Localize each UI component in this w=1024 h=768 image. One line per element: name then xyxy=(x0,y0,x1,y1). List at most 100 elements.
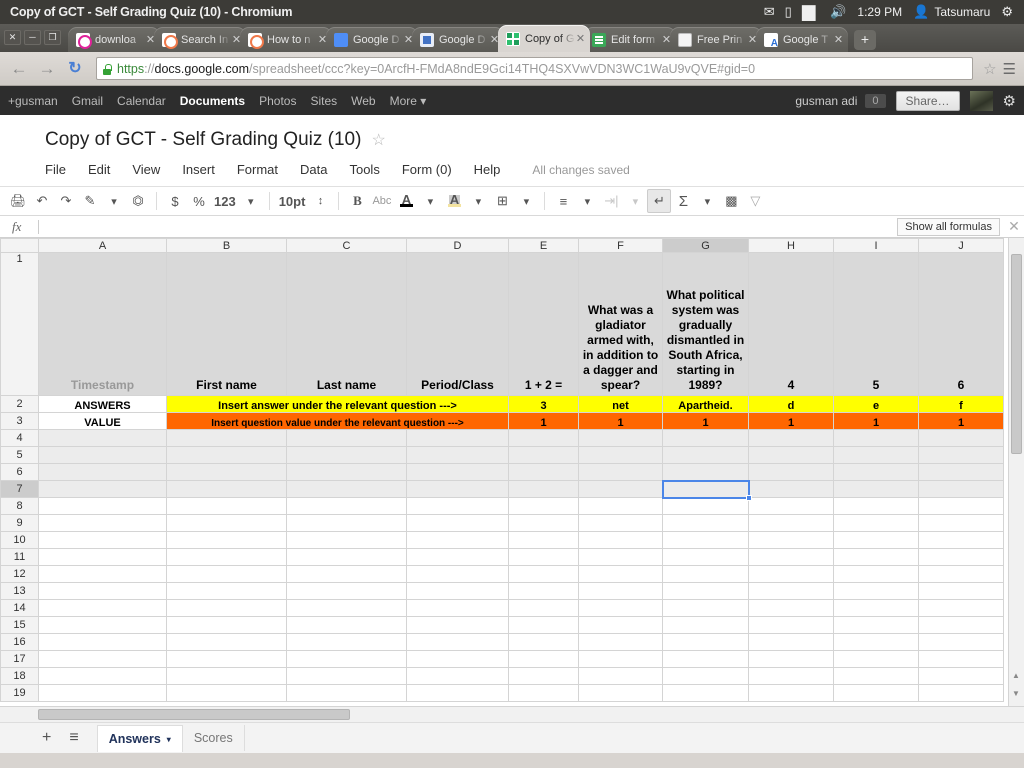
column-header-I[interactable]: I xyxy=(834,239,919,253)
maximize-window-button[interactable]: ❐ xyxy=(44,30,61,45)
cell-F1[interactable]: What was a gladiator armed with, in addi… xyxy=(579,253,663,396)
scroll-down-icon[interactable]: ▼ xyxy=(1012,689,1020,698)
forward-icon[interactable]: → xyxy=(36,58,58,80)
sheet-tab-answers[interactable]: Answers▾ xyxy=(97,725,183,752)
cell-H16[interactable] xyxy=(749,634,834,651)
cell-D17[interactable] xyxy=(407,651,509,668)
star-icon[interactable]: ☆ xyxy=(371,130,385,150)
font-size-value[interactable]: 10pt xyxy=(276,189,309,213)
googlebar-link-4[interactable]: Photos xyxy=(259,94,296,108)
cell-B7[interactable] xyxy=(167,481,287,498)
cell-H11[interactable] xyxy=(749,549,834,566)
row-header-1[interactable]: 1 xyxy=(1,253,39,396)
cell-I15[interactable] xyxy=(834,617,919,634)
cell-G8[interactable] xyxy=(663,498,749,515)
cell-B1[interactable]: First name xyxy=(167,253,287,396)
cell-C8[interactable] xyxy=(287,498,407,515)
row-header-2[interactable]: 2 xyxy=(1,396,39,413)
cell-H5[interactable] xyxy=(749,447,834,464)
merge-dropdown-icon[interactable]: ▾ xyxy=(623,189,647,213)
cell-D10[interactable] xyxy=(407,532,509,549)
back-icon[interactable]: ← xyxy=(8,58,30,80)
cell-J3[interactable]: 1 xyxy=(919,413,1004,430)
cell-E14[interactable] xyxy=(509,600,579,617)
tab-close-icon[interactable]: ✕ xyxy=(575,32,586,45)
close-icon[interactable]: ✕ xyxy=(1004,218,1024,235)
browser-menu-icon[interactable]: ☰ xyxy=(1003,60,1016,78)
cell-J14[interactable] xyxy=(919,600,1004,617)
scroll-up-icon[interactable]: ▲ xyxy=(1012,671,1020,680)
account-name[interactable]: gusman adi xyxy=(795,94,857,108)
cell-E13[interactable] xyxy=(509,583,579,600)
cell-F9[interactable] xyxy=(579,515,663,532)
merge-cells-icon[interactable]: ⇥| xyxy=(599,189,623,213)
cell-J6[interactable] xyxy=(919,464,1004,481)
volume-icon[interactable]: 🔊 xyxy=(830,4,846,20)
cell-A15[interactable] xyxy=(39,617,167,634)
cell-A1[interactable]: Timestamp xyxy=(39,253,167,396)
cell-D15[interactable] xyxy=(407,617,509,634)
cell-B2-merged[interactable]: Insert answer under the relevant questio… xyxy=(167,396,509,413)
cell-A13[interactable] xyxy=(39,583,167,600)
row-header-9[interactable]: 9 xyxy=(1,515,39,532)
cell-B4[interactable] xyxy=(167,430,287,447)
cell-G10[interactable] xyxy=(663,532,749,549)
fill-color-dropdown-icon[interactable]: ▾ xyxy=(466,189,490,213)
horizontal-scrollbar-thumb[interactable] xyxy=(38,709,350,720)
cell-D16[interactable] xyxy=(407,634,509,651)
signal-icon[interactable]: █▌ xyxy=(802,5,820,20)
browser-tab-2[interactable]: How to n✕ xyxy=(240,27,332,52)
browser-tab-7[interactable]: Free Prin✕ xyxy=(670,27,762,52)
cell-I14[interactable] xyxy=(834,600,919,617)
reload-icon[interactable]: ↻ xyxy=(64,58,86,80)
column-header-B[interactable]: B xyxy=(167,239,287,253)
cell-C11[interactable] xyxy=(287,549,407,566)
os-username[interactable]: Tatsumaru xyxy=(934,5,990,19)
cell-E4[interactable] xyxy=(509,430,579,447)
number-format-dropdown-icon[interactable]: ▾ xyxy=(239,189,263,213)
cell-J10[interactable] xyxy=(919,532,1004,549)
cell-H14[interactable] xyxy=(749,600,834,617)
cell-F10[interactable] xyxy=(579,532,663,549)
browser-tab-3[interactable]: Google D✕ xyxy=(326,27,418,52)
cell-B15[interactable] xyxy=(167,617,287,634)
cell-D4[interactable] xyxy=(407,430,509,447)
cell-F8[interactable] xyxy=(579,498,663,515)
cell-D18[interactable] xyxy=(407,668,509,685)
cell-H10[interactable] xyxy=(749,532,834,549)
cell-G5[interactable] xyxy=(663,447,749,464)
cell-A18[interactable] xyxy=(39,668,167,685)
cell-C18[interactable] xyxy=(287,668,407,685)
avatar[interactable] xyxy=(970,91,993,111)
cell-D8[interactable] xyxy=(407,498,509,515)
sum-icon[interactable]: Σ xyxy=(671,189,695,213)
cell-A3[interactable]: VALUE xyxy=(39,413,167,430)
settings-gear-icon[interactable]: ⚙ xyxy=(1003,92,1016,110)
row-header-7[interactable]: 7 xyxy=(1,481,39,498)
cell-E9[interactable] xyxy=(509,515,579,532)
column-header-D[interactable]: D xyxy=(407,239,509,253)
cell-G16[interactable] xyxy=(663,634,749,651)
cell-I17[interactable] xyxy=(834,651,919,668)
chart-icon[interactable]: ▩ xyxy=(719,189,743,213)
cell-J8[interactable] xyxy=(919,498,1004,515)
tab-close-icon[interactable]: ✕ xyxy=(833,33,844,46)
cell-B14[interactable] xyxy=(167,600,287,617)
display-icon[interactable]: ▯ xyxy=(785,4,792,20)
cell-D7[interactable] xyxy=(407,481,509,498)
row-header-17[interactable]: 17 xyxy=(1,651,39,668)
row-header-19[interactable]: 19 xyxy=(1,685,39,702)
cell-B19[interactable] xyxy=(167,685,287,702)
cell-F4[interactable] xyxy=(579,430,663,447)
browser-tab-1[interactable]: Search In✕ xyxy=(154,27,246,52)
cell-G13[interactable] xyxy=(663,583,749,600)
cell-B5[interactable] xyxy=(167,447,287,464)
percent-format-button[interactable]: % xyxy=(187,189,211,213)
cell-E7[interactable] xyxy=(509,481,579,498)
menu-file[interactable]: File xyxy=(45,162,66,177)
cell-D1[interactable]: Period/Class xyxy=(407,253,509,396)
menu-help[interactable]: Help xyxy=(474,162,501,177)
column-header-C[interactable]: C xyxy=(287,239,407,253)
redo-icon[interactable]: ↷ xyxy=(54,189,78,213)
cell-H3[interactable]: 1 xyxy=(749,413,834,430)
